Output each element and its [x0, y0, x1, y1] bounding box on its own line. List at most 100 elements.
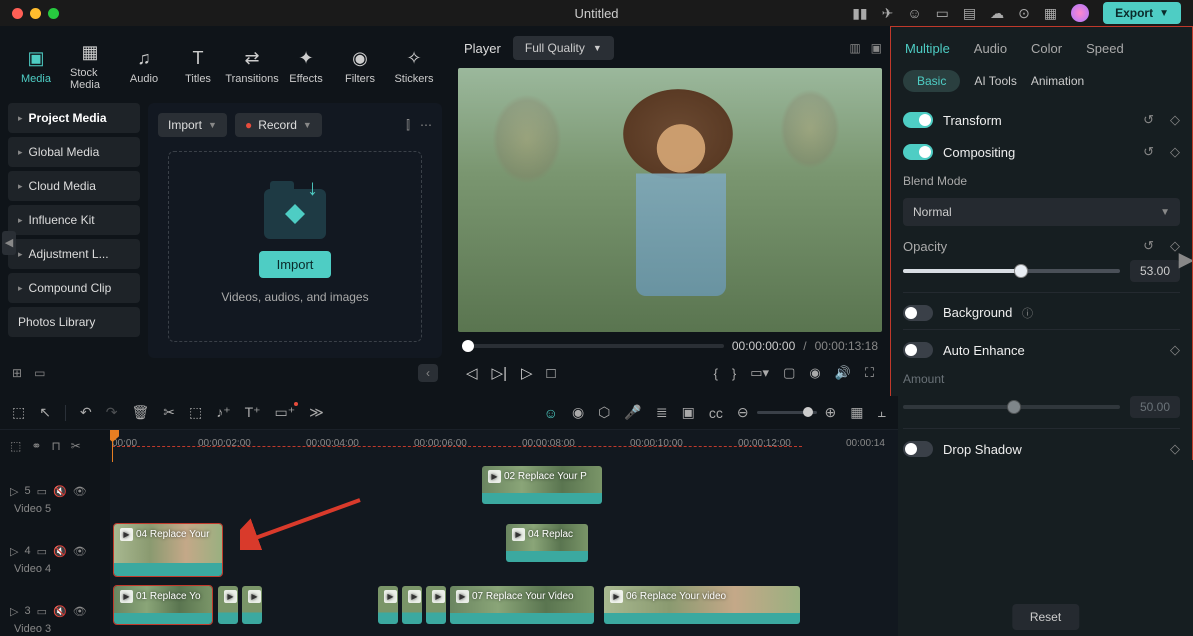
- volume-icon[interactable]: 🔊: [835, 365, 851, 381]
- camera-icon[interactable]: ◉: [809, 365, 820, 381]
- zoom-in-icon[interactable]: ⊕: [825, 404, 837, 421]
- sidebar-item-influence-kit[interactable]: ▸Influence Kit: [8, 205, 140, 235]
- razor-icon[interactable]: ✂: [71, 439, 81, 453]
- tab-transitions[interactable]: ⇄Transitions: [228, 46, 276, 87]
- shield-icon[interactable]: ⬡: [598, 404, 610, 421]
- scrub-bar[interactable]: [462, 344, 724, 348]
- visibility-icon[interactable]: 👁: [73, 545, 87, 558]
- text-tool-icon[interactable]: T⁺: [245, 404, 261, 421]
- clip-06[interactable]: ▶06 Replace Your video: [604, 586, 800, 624]
- drop-shadow-toggle[interactable]: [903, 441, 933, 457]
- link-icon[interactable]: ▭: [37, 545, 47, 558]
- reset-icon[interactable]: ↺: [1143, 238, 1154, 254]
- sidebar-item-global-media[interactable]: ▸Global Media: [8, 137, 140, 167]
- mark-out-icon[interactable]: }: [732, 366, 736, 381]
- clip-small-5[interactable]: ▶: [426, 586, 446, 624]
- keyframe-icon[interactable]: ◇: [1170, 112, 1180, 128]
- export-button[interactable]: Export ▼: [1103, 2, 1181, 24]
- transform-toggle[interactable]: [903, 112, 933, 128]
- new-folder-icon[interactable]: ⊞: [12, 366, 22, 380]
- marker-tool-icon[interactable]: ⬚: [10, 439, 21, 453]
- gift-icon[interactable]: ▮▮: [852, 5, 867, 22]
- minimize-icon[interactable]: [30, 8, 41, 19]
- ai-icon[interactable]: ☺: [544, 405, 558, 421]
- import-button[interactable]: Import: [259, 251, 332, 278]
- clip-small-3[interactable]: ▶: [378, 586, 398, 624]
- keyframe-icon[interactable]: ◇: [1170, 144, 1180, 160]
- subtab-ai-tools[interactable]: AI Tools: [974, 74, 1016, 88]
- screen-icon[interactable]: ▭: [936, 5, 949, 22]
- zoom-out-icon[interactable]: ⊖: [737, 404, 749, 421]
- clip-01[interactable]: ▶01 Replace Yo: [114, 586, 212, 624]
- sidebar-item-project-media[interactable]: ▸Project Media: [8, 103, 140, 133]
- close-icon[interactable]: [12, 8, 23, 19]
- link-icon[interactable]: ⚭: [31, 439, 41, 453]
- mute-icon[interactable]: 🔇: [53, 485, 67, 498]
- prev-frame-icon[interactable]: ◁: [466, 364, 478, 382]
- time-ruler[interactable]: 00:00 00:00:02:00 00:00:04:00 00:00:06:0…: [110, 430, 898, 462]
- visibility-icon[interactable]: 👁: [73, 485, 87, 498]
- tab-media[interactable]: ▣Media: [12, 46, 60, 87]
- link-icon[interactable]: ▭: [37, 605, 47, 618]
- send-icon[interactable]: ✈: [882, 5, 894, 22]
- tab-speed[interactable]: Speed: [1086, 41, 1124, 56]
- video-preview[interactable]: [458, 68, 882, 332]
- user-avatar[interactable]: [1071, 4, 1089, 22]
- reset-icon[interactable]: ↺: [1143, 144, 1154, 160]
- tab-stickers[interactable]: ✧Stickers: [390, 46, 438, 87]
- tab-color[interactable]: Color: [1031, 41, 1062, 56]
- music-tool-icon[interactable]: ♪⁺: [216, 404, 230, 421]
- tab-stock-media[interactable]: ▦Stock Media: [66, 40, 114, 93]
- clip-07[interactable]: ▶07 Replace Your Video: [450, 586, 594, 624]
- headphones-icon[interactable]: ⊙: [1018, 5, 1030, 22]
- delete-icon[interactable]: 🗑: [131, 404, 149, 421]
- tab-filters[interactable]: ◉Filters: [336, 46, 384, 87]
- collapse-icon[interactable]: ‹: [418, 364, 438, 382]
- mute-icon[interactable]: 🔇: [53, 545, 67, 558]
- clip-small-1[interactable]: ▶: [218, 586, 238, 624]
- maximize-icon[interactable]: [48, 8, 59, 19]
- tab-audio[interactable]: ♫Audio: [120, 46, 168, 87]
- link-icon[interactable]: ▭: [37, 485, 47, 498]
- more-icon[interactable]: ⋯: [420, 118, 432, 133]
- display-icon[interactable]: ▢: [783, 365, 795, 381]
- reset-button[interactable]: Reset: [1012, 604, 1079, 630]
- collapse-sidebar-icon[interactable]: ◀: [2, 231, 16, 255]
- audio-mix-icon[interactable]: ≣: [656, 404, 668, 421]
- scrub-knob[interactable]: [462, 340, 474, 352]
- quality-dropdown[interactable]: Full Quality▼: [513, 36, 614, 60]
- settings-icon[interactable]: ⫠: [878, 404, 886, 421]
- cut-icon[interactable]: ✂: [163, 404, 175, 421]
- sidebar-item-adjustment-layer[interactable]: ▸Adjustment L...: [8, 239, 140, 269]
- layout-icon[interactable]: ▭▾: [750, 365, 769, 381]
- crop-icon[interactable]: ⬚: [189, 404, 202, 421]
- subtab-animation[interactable]: Animation: [1031, 74, 1084, 88]
- window-controls[interactable]: [12, 8, 59, 19]
- clip-small-4[interactable]: ▶: [402, 586, 422, 624]
- tab-effects[interactable]: ✦Effects: [282, 46, 330, 87]
- folder-icon[interactable]: ▭: [34, 366, 45, 380]
- stop-icon[interactable]: □: [547, 365, 556, 382]
- save-icon[interactable]: ▤: [963, 5, 976, 22]
- reset-icon[interactable]: ↺: [1143, 112, 1154, 128]
- sidebar-item-photos-library[interactable]: Photos Library: [8, 307, 140, 337]
- ratio-icon[interactable]: ▥: [849, 41, 860, 55]
- clip-small-2[interactable]: ▶: [242, 586, 262, 624]
- record-dropdown[interactable]: ●Record▼: [235, 113, 322, 137]
- snapshot-icon[interactable]: ▣: [871, 41, 882, 55]
- tab-multiple[interactable]: Multiple: [905, 41, 950, 56]
- mark-in-icon[interactable]: {: [714, 366, 718, 381]
- pic-in-pic-icon[interactable]: ▣: [682, 404, 695, 421]
- clip-02[interactable]: ▶02 Replace Your P: [482, 466, 602, 504]
- playhead[interactable]: [112, 430, 113, 462]
- import-dropdown[interactable]: Import▼: [158, 113, 227, 137]
- keyframe-icon[interactable]: ◇: [1170, 441, 1180, 457]
- visibility-icon[interactable]: 👁: [73, 605, 87, 618]
- background-toggle[interactable]: [903, 305, 933, 321]
- auto-enhance-toggle[interactable]: [903, 342, 933, 358]
- clip-04-selected[interactable]: ▶04 Replace Your: [114, 524, 222, 576]
- clip-04b[interactable]: ▶04 Replac: [506, 524, 588, 562]
- compositing-toggle[interactable]: [903, 144, 933, 160]
- mute-icon[interactable]: 🔇: [53, 605, 67, 618]
- slider-knob[interactable]: [1014, 264, 1028, 278]
